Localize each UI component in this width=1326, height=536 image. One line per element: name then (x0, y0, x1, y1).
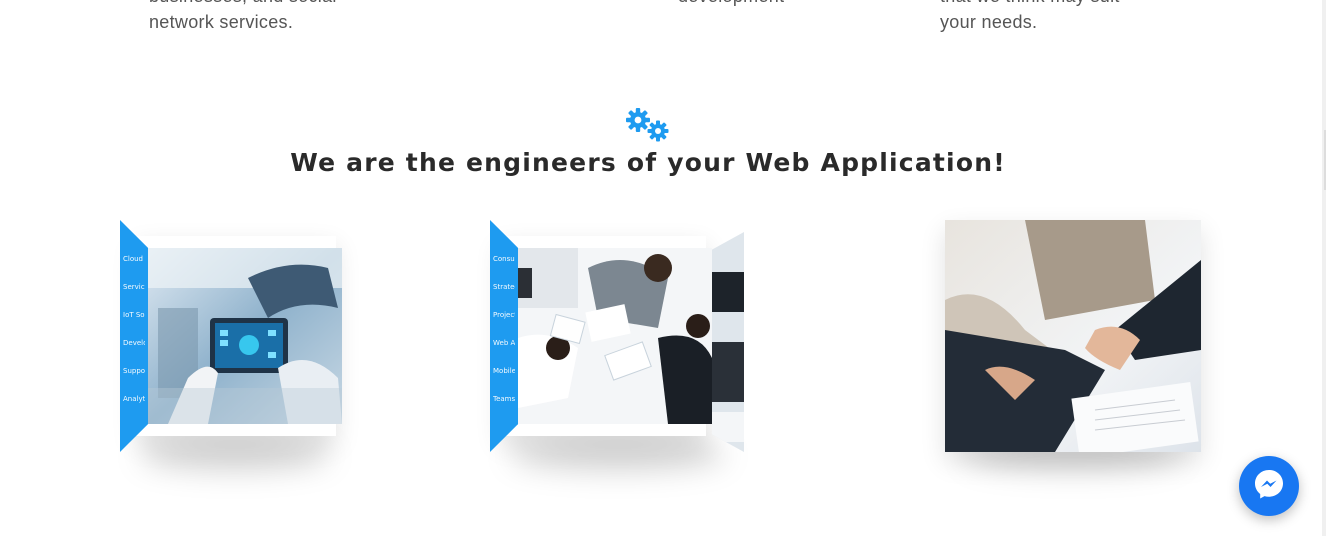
feature-text-3: that we think may suit your needs. (940, 0, 1120, 35)
blue-side-panel: Consulting Strategy Project Planning Web Ap… (490, 220, 518, 452)
panel-text-line: Development (123, 339, 145, 347)
feature-text-line: that we think may suit (940, 0, 1120, 9)
panel-text-line: Mobile (493, 367, 515, 375)
messenger-chat-button[interactable] (1239, 456, 1299, 516)
handshake-photo (945, 220, 1201, 452)
card-shadow (140, 440, 330, 470)
image-card-handshake[interactable] (945, 220, 1201, 470)
panel-text-line: Consulting (493, 255, 515, 263)
industry-photo (148, 248, 342, 424)
feature-text-line: businesses, and social (149, 0, 337, 9)
image-card-industry[interactable]: Cloud Services IoT Solutions Development Sup… (120, 220, 350, 470)
panel-text-line: Cloud (123, 255, 143, 263)
image-card-meeting[interactable]: Consulting Strategy Project Planning Web Ap… (490, 208, 746, 470)
feature-text-2: development (678, 0, 784, 9)
feature-text-1: businesses, and social network services. (149, 0, 337, 35)
scrollbar[interactable] (1322, 0, 1326, 536)
panel-text-line: Strategy (493, 283, 515, 291)
feature-text-line: your needs. (940, 12, 1038, 32)
meeting-side-photo (712, 232, 744, 452)
panel-text-line: Analytics (123, 395, 145, 403)
feature-text-line: development (678, 0, 784, 9)
panel-text-line: Project Planning (493, 311, 515, 319)
card-shadow (510, 440, 726, 470)
feature-text-line: network services. (149, 12, 294, 32)
panel-text-line: Services (123, 283, 145, 291)
panel-text-line: Teams (493, 395, 515, 403)
gears-icon (625, 106, 673, 146)
section-title: We are the engineers of your Web Applica… (290, 148, 1006, 177)
blue-side-panel: Cloud Services IoT Solutions Development Sup… (120, 220, 148, 452)
panel-text-line: Web Apps (493, 339, 515, 347)
meeting-photo (518, 248, 712, 424)
panel-text-line: IoT Solutions (123, 311, 145, 319)
panel-text-line: Support (123, 367, 145, 375)
messenger-icon (1252, 467, 1286, 506)
